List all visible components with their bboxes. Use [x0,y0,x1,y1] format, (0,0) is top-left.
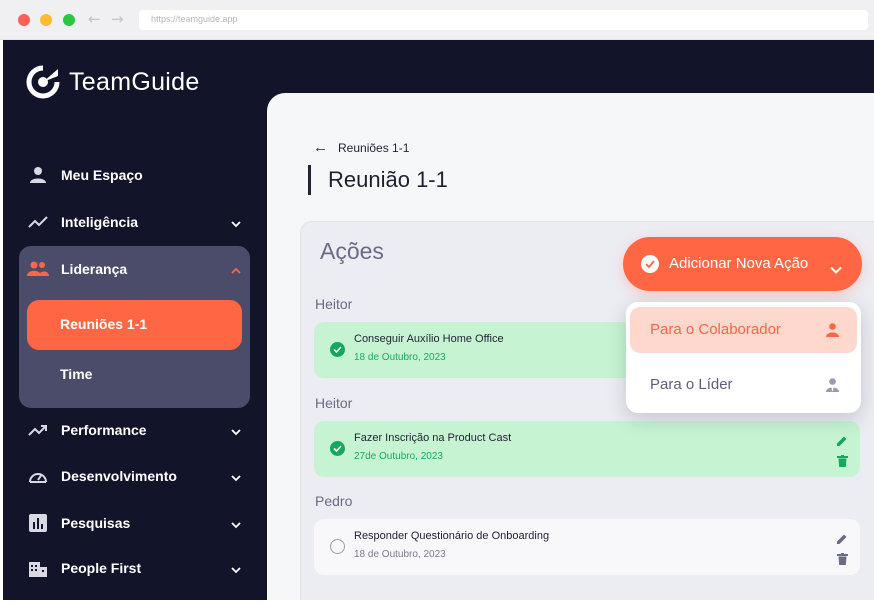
person-icon [826,322,839,341]
task-date: 27de Outubro, 2023 [354,451,443,462]
sidebar-subitem-reunioes[interactable]: Reuniões 1-1 [60,309,280,339]
url-text: https://teamguide.app [151,14,238,24]
chevron-up-icon [231,262,241,278]
actions-title: Ações [320,238,384,264]
dropdown-item-label: Para o Líder [650,376,733,393]
chevron-down-icon [231,469,241,485]
task-item[interactable]: Responder Questionário de Onboarding 18 … [314,519,860,575]
sidebar-item-people-first[interactable]: People First [27,553,247,583]
sidebar-subitem-time[interactable]: Time [60,359,280,389]
trend-icon [27,211,49,233]
forward-arrow-icon[interactable]: → [111,11,124,27]
add-action-button[interactable]: Adicionar Nova Ação [623,237,862,291]
dropdown-item-label: Para o Colaborador [650,321,781,338]
trash-icon[interactable] [837,550,848,569]
task-date: 18 de Outubro, 2023 [354,549,446,560]
browser-toolbar: ← → https://teamguide.app [0,0,874,40]
person-name: Pedro [315,493,353,509]
add-action-dropdown: Para o Colaborador Para o Líder [626,302,861,413]
sidebar-subitem-label: Reuniões 1-1 [60,316,148,332]
sidebar-subitem-label: Time [60,366,93,382]
maximize-window-button[interactable] [63,14,75,26]
sidebar-item-label: Liderança [61,261,128,277]
bottom-strip [0,600,874,605]
person-tie-icon [826,377,839,396]
page-title: Reunião 1-1 [328,167,448,192]
add-action-label: Adicionar Nova Ação [669,255,809,272]
teamguide-logo-icon [25,64,61,100]
address-bar[interactable]: https://teamguide.app [139,10,868,30]
check-circle-icon[interactable] [330,441,345,456]
close-window-button[interactable] [18,14,30,26]
sidebar-item-label: Meu Espaço [61,167,143,183]
task-item[interactable]: Fazer Inscrição na Product Cast 27de Out… [314,421,860,477]
logo[interactable]: TeamGuide [25,64,200,100]
dropdown-item-lider[interactable]: Para o Líder [630,362,857,408]
chevron-down-icon [231,423,241,439]
building-icon [27,557,49,579]
person-name: Heitor [315,296,353,312]
sidebar-item-label: Pesquisas [61,515,131,531]
sidebar-item-lideranca[interactable]: Liderança [27,254,247,284]
task-date: 18 de Outubro, 2023 [354,352,446,363]
app-window: TeamGuide Meu Espaço Inteligência Lidera… [3,40,874,600]
check-circle-icon [641,255,659,273]
sidebar-item-pesquisas[interactable]: Pesquisas [27,508,247,538]
task-name: Responder Questionário de Onboarding [354,530,550,542]
sidebar-item-performance[interactable]: Performance [27,415,247,445]
person-name: Heitor [315,395,353,411]
chevron-down-icon [231,561,241,577]
sidebar-item-meu-espaco[interactable]: Meu Espaço [27,160,247,190]
sidebar-item-label: Desenvolvimento [61,468,177,484]
check-circle-icon[interactable] [330,342,345,357]
pencil-icon[interactable] [836,432,848,451]
back-arrow-icon[interactable]: ← [313,140,328,155]
empty-circle-icon[interactable] [330,539,345,554]
chevron-down-icon [231,516,241,532]
chevron-down-icon [830,259,842,278]
pencil-icon[interactable] [836,530,848,549]
sidebar-item-desenvolvimento[interactable]: Desenvolvimento [27,461,247,491]
task-name: Conseguir Auxílio Home Office [354,333,504,345]
user-icon [27,164,49,186]
task-name: Fazer Inscrição na Product Cast [354,432,512,444]
back-arrow-icon[interactable]: ← [88,11,101,27]
sidebar-item-label: Inteligência [61,214,139,230]
gauge-icon [27,465,49,487]
sidebar-item-inteligencia[interactable]: Inteligência [27,207,247,237]
chevron-down-icon [231,215,241,231]
title-accent-bar [308,165,311,195]
bar-chart-icon [27,512,49,534]
team-icon [27,258,49,280]
trend-up-icon [27,419,49,441]
trash-icon[interactable] [837,452,848,471]
breadcrumb-label: Reuniões 1-1 [338,141,410,155]
breadcrumb[interactable]: ← Reuniões 1-1 [313,140,410,155]
sidebar-item-label: Performance [61,422,147,438]
dropdown-item-colaborador[interactable]: Para o Colaborador [630,307,857,353]
brand-name: TeamGuide [69,67,200,96]
minimize-window-button[interactable] [40,14,52,26]
sidebar-item-label: People First [61,560,142,576]
